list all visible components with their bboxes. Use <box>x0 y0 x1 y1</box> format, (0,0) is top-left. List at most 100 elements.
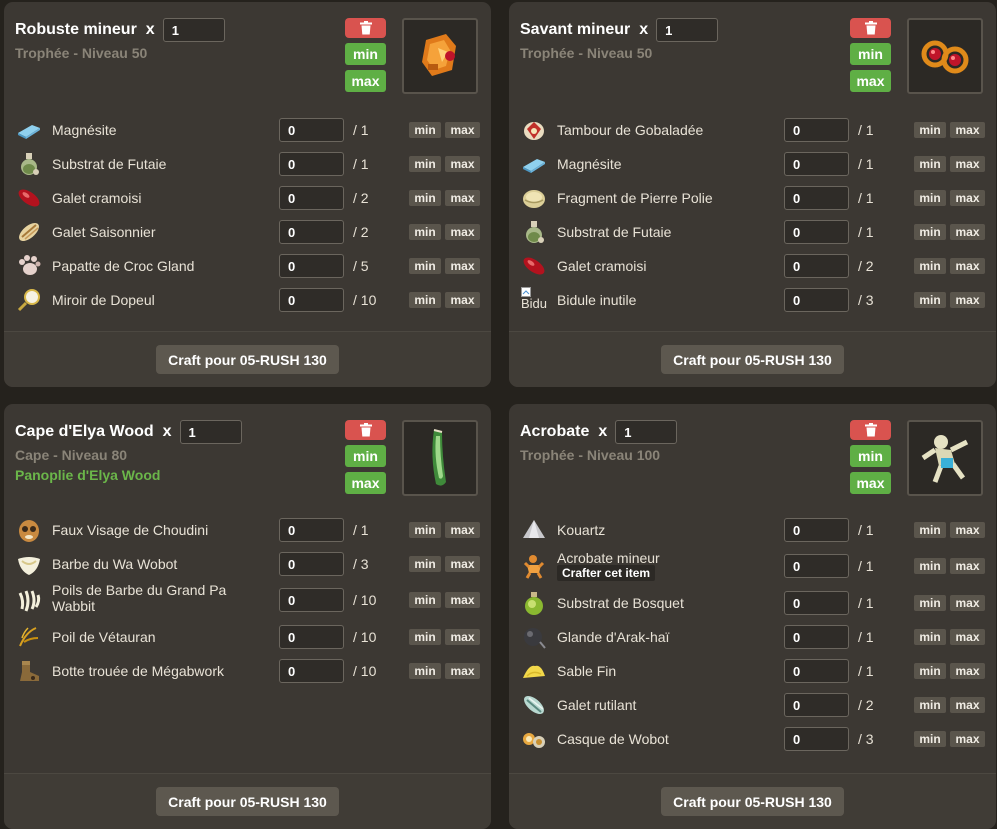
resource-max-button[interactable]: max <box>445 122 480 138</box>
resource-quantity-input[interactable] <box>279 288 344 312</box>
delete-button[interactable] <box>850 420 891 440</box>
resource-quantity-input[interactable] <box>279 186 344 210</box>
craft-this-item-link[interactable]: Crafter cet item <box>557 565 656 581</box>
craft-button[interactable]: Craft pour 05-RUSH 130 <box>661 787 844 816</box>
resource-min-button[interactable]: min <box>409 122 441 138</box>
resource-min-button[interactable]: min <box>914 522 946 538</box>
resource-quantity-input[interactable] <box>279 659 344 683</box>
resource-min-button[interactable]: min <box>914 558 946 574</box>
resource-min-button[interactable]: min <box>409 224 441 240</box>
resource-max-button[interactable]: max <box>950 731 985 747</box>
min-button[interactable]: min <box>850 43 891 65</box>
min-button[interactable]: min <box>345 43 386 65</box>
resource-quantity-input[interactable] <box>784 625 849 649</box>
resource-min-button[interactable]: min <box>914 258 946 274</box>
resource-max-button[interactable]: max <box>445 258 480 274</box>
recipe-title: Savant mineur <box>520 21 631 38</box>
item-set-link[interactable]: Panoplie d'Elya Wood <box>15 467 242 483</box>
resource-min-button[interactable]: min <box>409 190 441 206</box>
resource-min-button[interactable]: min <box>914 190 946 206</box>
resource-quantity-input[interactable] <box>784 288 849 312</box>
resource-max-button[interactable]: max <box>950 558 985 574</box>
resource-row: Miroir de Dopeul / 10 min max <box>4 283 491 317</box>
craft-button[interactable]: Craft pour 05-RUSH 130 <box>661 345 844 374</box>
item-image <box>907 18 983 94</box>
resource-quantity-input[interactable] <box>279 118 344 142</box>
resource-min-button[interactable]: min <box>914 731 946 747</box>
craft-button[interactable]: Craft pour 05-RUSH 130 <box>156 787 339 816</box>
resource-quantity-input[interactable] <box>784 693 849 717</box>
resource-quantity-input[interactable] <box>279 220 344 244</box>
resource-max-button[interactable]: max <box>950 258 985 274</box>
resource-min-button[interactable]: min <box>914 122 946 138</box>
max-button[interactable]: max <box>345 70 386 92</box>
resource-quantity-input[interactable] <box>279 625 344 649</box>
resource-quantity-input[interactable] <box>784 152 849 176</box>
resource-quantity-input[interactable] <box>279 254 344 278</box>
resource-row: Substrat de Futaie / 1 min max <box>509 215 996 249</box>
resource-max-button[interactable]: max <box>950 292 985 308</box>
resource-max-button[interactable]: max <box>950 522 985 538</box>
resource-quantity-input[interactable] <box>279 518 344 542</box>
resource-max-button[interactable]: max <box>445 190 480 206</box>
resource-quantity-input[interactable] <box>279 588 344 612</box>
resource-max-button[interactable]: max <box>950 122 985 138</box>
resource-min-button[interactable]: min <box>914 663 946 679</box>
resource-max-button[interactable]: max <box>445 629 480 645</box>
resource-min-button[interactable]: min <box>409 156 441 172</box>
resource-max-button[interactable]: max <box>950 629 985 645</box>
max-button[interactable]: max <box>850 70 891 92</box>
delete-button[interactable] <box>345 420 386 440</box>
resource-quantity-input[interactable] <box>784 659 849 683</box>
resource-min-button[interactable]: min <box>409 629 441 645</box>
quantity-input[interactable] <box>615 420 678 444</box>
resource-min-button[interactable]: min <box>914 595 946 611</box>
resource-max-button[interactable]: max <box>445 292 480 308</box>
resource-max-button[interactable]: max <box>950 156 985 172</box>
resource-min-button[interactable]: min <box>914 697 946 713</box>
resource-min-button[interactable]: min <box>914 292 946 308</box>
delete-button[interactable] <box>345 18 386 38</box>
resource-min-button[interactable]: min <box>409 556 441 572</box>
resource-quantity-input[interactable] <box>784 118 849 142</box>
resource-quantity-input[interactable] <box>784 220 849 244</box>
resource-row: Faux Visage de Choudini / 1 min max <box>4 513 491 547</box>
resource-max-button[interactable]: max <box>950 697 985 713</box>
resource-min-button[interactable]: min <box>409 522 441 538</box>
min-button[interactable]: min <box>345 445 386 467</box>
delete-button[interactable] <box>850 18 891 38</box>
resource-min-button[interactable]: min <box>409 258 441 274</box>
resource-max-button[interactable]: max <box>445 224 480 240</box>
resource-quantity-input[interactable] <box>279 152 344 176</box>
max-button[interactable]: max <box>850 472 891 494</box>
craft-button[interactable]: Craft pour 05-RUSH 130 <box>156 345 339 374</box>
resource-max-button[interactable]: max <box>950 190 985 206</box>
resource-quantity-input[interactable] <box>784 591 849 615</box>
resource-max-button[interactable]: max <box>445 522 480 538</box>
resource-max-button[interactable]: max <box>950 224 985 240</box>
resource-min-button[interactable]: min <box>409 663 441 679</box>
resource-quantity-input[interactable] <box>784 554 849 578</box>
resource-min-button[interactable]: min <box>409 592 441 608</box>
quantity-input[interactable] <box>162 18 225 42</box>
resource-quantity-input[interactable] <box>784 254 849 278</box>
resource-min-button[interactable]: min <box>914 224 946 240</box>
resource-quantity-input[interactable] <box>784 186 849 210</box>
min-button[interactable]: min <box>850 445 891 467</box>
resource-min-button[interactable]: min <box>409 292 441 308</box>
resource-max-button[interactable]: max <box>445 663 480 679</box>
resource-min-button[interactable]: min <box>914 156 946 172</box>
resource-name: Glande d'Arak-haï <box>557 629 670 645</box>
resource-quantity-input[interactable] <box>784 518 849 542</box>
quantity-input[interactable] <box>656 18 719 42</box>
resource-min-button[interactable]: min <box>914 629 946 645</box>
resource-max-button[interactable]: max <box>950 663 985 679</box>
resource-max-button[interactable]: max <box>445 156 480 172</box>
resource-quantity-input[interactable] <box>784 727 849 751</box>
max-button[interactable]: max <box>345 472 386 494</box>
resource-max-button[interactable]: max <box>445 592 480 608</box>
resource-max-button[interactable]: max <box>950 595 985 611</box>
resource-quantity-input[interactable] <box>279 552 344 576</box>
resource-max-button[interactable]: max <box>445 556 480 572</box>
quantity-input[interactable] <box>179 420 242 444</box>
